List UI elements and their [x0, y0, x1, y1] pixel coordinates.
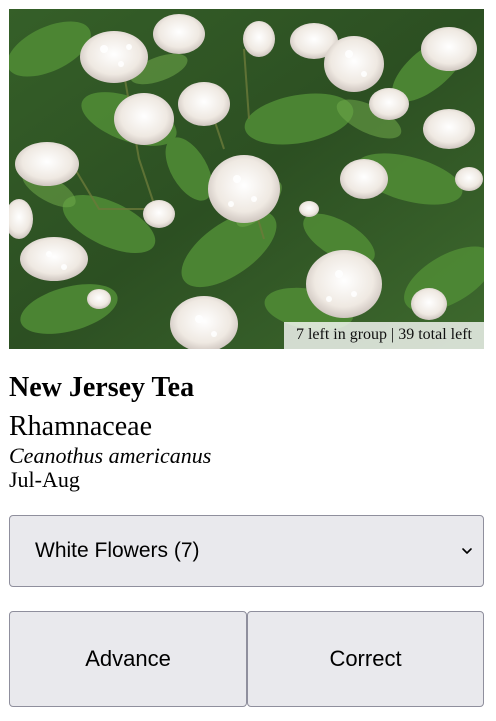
bloom-months: Jul-Aug: [9, 467, 80, 492]
plant-family: Rhamnaceae: [9, 411, 153, 442]
plant-scientific-name: Ceanothus americanus: [9, 443, 212, 468]
correct-button[interactable]: Correct: [247, 611, 484, 707]
flower-photo-image: [9, 9, 484, 349]
plant-common-name: New Jersey Tea: [9, 372, 195, 403]
chevron-down-icon: [462, 548, 472, 554]
flower-group-select[interactable]: White Flowers (7): [9, 515, 484, 587]
flower-group-selected-value: White Flowers (7): [35, 539, 200, 562]
plant-photo: 7 left in group | 39 total left: [9, 9, 484, 349]
advance-button[interactable]: Advance: [9, 611, 247, 707]
cards-remaining-counter: 7 left in group | 39 total left: [283, 322, 484, 349]
